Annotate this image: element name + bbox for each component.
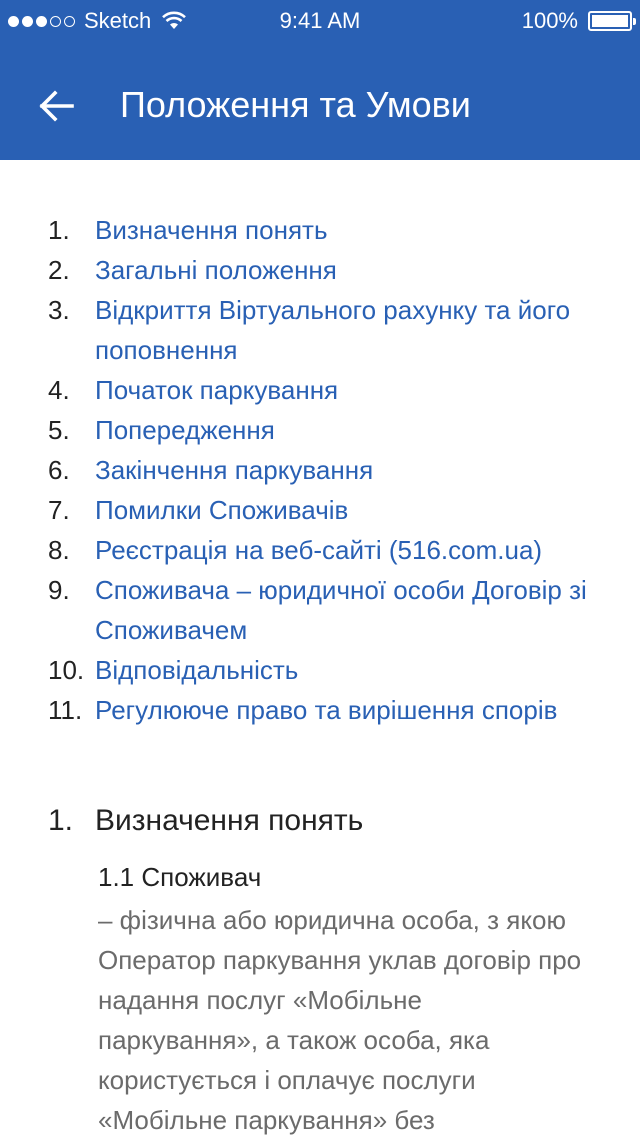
toc-number: 11. (48, 695, 83, 725)
toc-item[interactable]: 1. Визначення понять (0, 210, 640, 250)
section-heading: 1. Визначення понять (48, 804, 608, 838)
toc-link[interactable]: Споживача – юридичної особи Договір зі С… (95, 570, 595, 650)
toc-link[interactable]: Регулююче право та вирішення спорів (95, 690, 595, 730)
back-button[interactable] (36, 86, 76, 126)
table-of-contents: 1. Визначення понять 2. Загальні положен… (0, 210, 640, 730)
status-bar: Sketch 9:41 AM 100% (0, 0, 640, 40)
toc-number: 9. (48, 575, 70, 605)
toc-number: 2. (48, 255, 70, 285)
toc-number: 10. (48, 655, 85, 685)
toc-item[interactable]: 7. Помилки Споживачів (0, 490, 640, 530)
definition-text: – фізична або юридична особа, з якою Опе… (98, 905, 582, 1135)
toc-item[interactable]: 2. Загальні положення (0, 250, 640, 290)
toc-item[interactable]: 6. Закінчення паркування (0, 450, 640, 490)
toc-link[interactable]: Реєстрація на веб-сайті (516.com.ua) (95, 530, 595, 570)
toc-number: 8. (48, 535, 70, 565)
toc-item[interactable]: 11. Регулююче право та вирішення спорів (0, 690, 640, 730)
toc-item[interactable]: 3. Відкриття Віртуального рахунку та йог… (0, 290, 640, 370)
toc-number: 3. (48, 295, 70, 325)
toc-link[interactable]: Попередження (95, 410, 595, 450)
toc-link[interactable]: Загальні положення (95, 250, 595, 290)
toc-link[interactable]: Відкриття Віртуального рахунку та його п… (95, 290, 595, 370)
toc-number: 1. (48, 215, 70, 245)
toc-link[interactable]: Визначення понять (95, 210, 595, 250)
toc-link[interactable]: Початок паркування (95, 370, 595, 410)
battery-status: 100% (521, 8, 636, 34)
toc-item[interactable]: 8. Реєстрація на веб-сайті (516.com.ua) (0, 530, 640, 570)
toc-number: 7. (48, 495, 70, 525)
arrow-left-icon (39, 90, 74, 122)
toc-item[interactable]: 10. Відповідальність (0, 650, 640, 690)
app-header: Sketch 9:41 AM 100% Положення та Умови (0, 0, 640, 160)
battery-percent: 100% (521, 8, 578, 33)
toc-link[interactable]: Відповідальність (95, 650, 595, 690)
toc-item[interactable]: 5. Попередження (0, 410, 640, 450)
battery-icon (588, 11, 636, 31)
toc-link[interactable]: Помилки Споживачів (95, 490, 595, 530)
toc-item[interactable]: 9. Споживача – юридичної особи Договір з… (0, 570, 640, 650)
definition-term: 1.1 Споживач (98, 862, 262, 892)
page-title: Положення та Умови (120, 84, 471, 125)
toc-number: 4. (48, 375, 70, 405)
section-title: Визначення понять (95, 804, 364, 837)
toc-number: 6. (48, 455, 70, 485)
toc-item[interactable]: 4. Початок паркування (0, 370, 640, 410)
section-number: 1. (48, 804, 74, 837)
toc-link[interactable]: Закінчення паркування (95, 450, 595, 490)
toc-number: 5. (48, 415, 70, 445)
